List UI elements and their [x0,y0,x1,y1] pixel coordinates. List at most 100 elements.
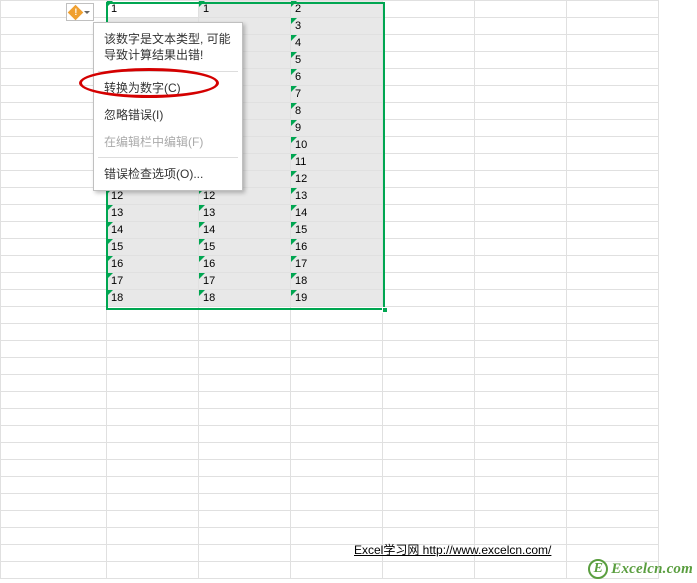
cell[interactable] [1,205,107,222]
cell[interactable] [475,426,567,443]
cell[interactable] [567,443,659,460]
cell[interactable] [291,494,383,511]
cell[interactable] [199,426,291,443]
cell[interactable] [567,154,659,171]
cell[interactable] [383,426,475,443]
cell[interactable] [567,69,659,86]
cell[interactable] [199,392,291,409]
cell[interactable] [475,307,567,324]
cell[interactable] [199,460,291,477]
cell[interactable] [291,375,383,392]
cell[interactable]: 15 [291,222,383,239]
cell[interactable] [1,341,107,358]
cell[interactable] [567,103,659,120]
cell[interactable]: 17 [107,273,199,290]
cell[interactable] [1,545,107,562]
cell[interactable] [291,307,383,324]
cell[interactable]: 17 [199,273,291,290]
cell[interactable] [475,460,567,477]
cell[interactable] [107,426,199,443]
cell[interactable] [107,324,199,341]
cell[interactable] [1,137,107,154]
cell[interactable]: 5 [291,52,383,69]
cell[interactable] [475,239,567,256]
cell[interactable] [383,392,475,409]
cell[interactable] [475,222,567,239]
cell[interactable] [107,392,199,409]
cell[interactable] [107,443,199,460]
cell[interactable] [107,511,199,528]
cell[interactable]: 18 [199,290,291,307]
cell[interactable] [1,494,107,511]
cell[interactable] [475,392,567,409]
cell[interactable] [567,52,659,69]
cell[interactable] [1,35,107,52]
cell[interactable] [383,171,475,188]
cell[interactable] [383,307,475,324]
cell[interactable] [291,477,383,494]
cell[interactable] [107,477,199,494]
cell[interactable] [567,171,659,188]
cell[interactable] [1,171,107,188]
cell[interactable] [567,358,659,375]
cell[interactable] [383,239,475,256]
cell[interactable] [475,154,567,171]
cell[interactable] [567,307,659,324]
cell[interactable] [1,273,107,290]
cell[interactable] [199,562,291,579]
cell[interactable] [383,120,475,137]
cell[interactable] [475,86,567,103]
cell[interactable] [383,188,475,205]
cell[interactable] [567,528,659,545]
cell[interactable] [199,511,291,528]
cell[interactable] [1,375,107,392]
cell[interactable] [383,375,475,392]
cell[interactable] [107,409,199,426]
cell[interactable]: 9 [291,120,383,137]
cell[interactable]: 15 [199,239,291,256]
cell[interactable] [1,86,107,103]
cell[interactable] [107,341,199,358]
cell[interactable] [383,562,475,579]
cell[interactable] [199,528,291,545]
cell[interactable] [1,307,107,324]
cell[interactable]: 16 [291,239,383,256]
cell[interactable] [1,358,107,375]
cell[interactable] [1,188,107,205]
cell[interactable] [383,460,475,477]
cell[interactable] [1,103,107,120]
cell[interactable] [567,392,659,409]
cell[interactable] [199,545,291,562]
cell[interactable] [1,69,107,86]
cell[interactable]: 16 [107,256,199,273]
cell[interactable] [383,222,475,239]
cell[interactable] [1,239,107,256]
cell[interactable] [475,324,567,341]
cell[interactable] [291,324,383,341]
cell[interactable]: 6 [291,69,383,86]
cell[interactable] [475,477,567,494]
cell[interactable] [475,188,567,205]
cell[interactable]: 16 [199,256,291,273]
cell[interactable] [567,188,659,205]
cell[interactable] [107,358,199,375]
cell[interactable] [383,35,475,52]
cell[interactable] [1,222,107,239]
cell[interactable] [383,358,475,375]
cell[interactable] [383,86,475,103]
cell[interactable] [199,443,291,460]
cell[interactable] [199,307,291,324]
cell[interactable] [199,358,291,375]
cell[interactable] [107,562,199,579]
cell[interactable] [475,290,567,307]
cell[interactable] [199,375,291,392]
cell[interactable] [567,460,659,477]
error-trace-button[interactable] [66,3,94,21]
cell[interactable]: 4 [291,35,383,52]
cell[interactable] [475,273,567,290]
cell[interactable] [291,562,383,579]
cell[interactable] [567,86,659,103]
cell[interactable] [383,511,475,528]
cell[interactable] [383,69,475,86]
cell[interactable] [1,409,107,426]
